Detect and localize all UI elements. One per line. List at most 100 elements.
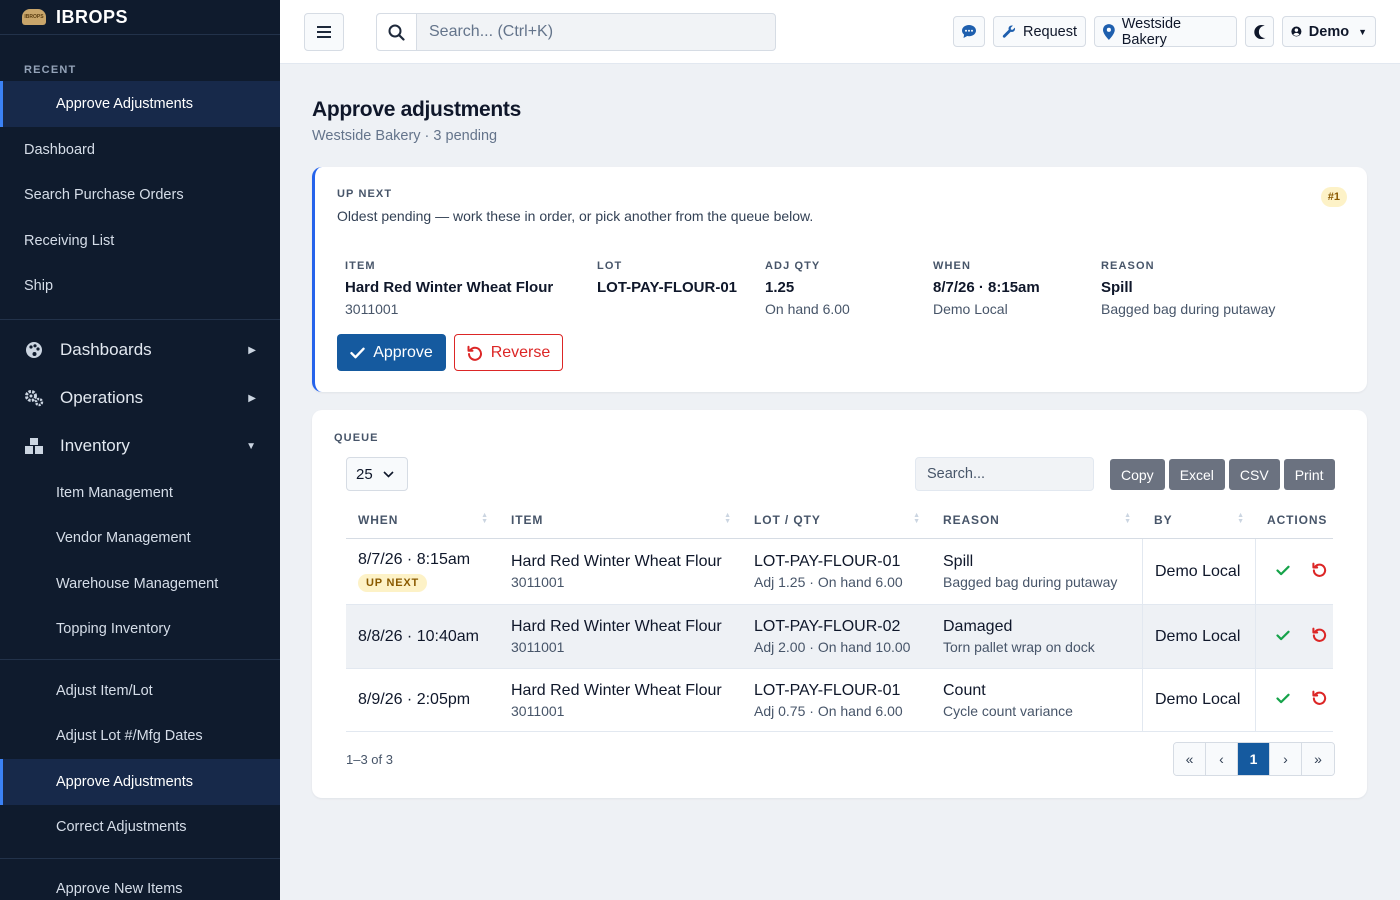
hamburger-menu-button[interactable]	[304, 13, 344, 51]
sidebar-group-inventory[interactable]: Inventory ▼	[0, 422, 280, 470]
qty-detail: Adj 0.75 · On hand 6.00	[754, 702, 903, 719]
up-next-description: Oldest pending — work these in order, or…	[337, 208, 814, 224]
table-row[interactable]: 8/8/26 · 10:40am Hard Red Winter Wheat F…	[346, 605, 1333, 669]
table-row[interactable]: 8/9/26 · 2:05pm Hard Red Winter Wheat Fl…	[346, 669, 1333, 732]
table-row[interactable]: 8/7/26 · 8:15am UP NEXT Hard Red Winter …	[346, 539, 1333, 605]
reverse-row-icon[interactable]	[1311, 627, 1327, 647]
reverse-button[interactable]: Reverse	[454, 334, 563, 371]
caret-right-icon: ▶	[248, 344, 256, 356]
pager-last[interactable]: »	[1302, 743, 1334, 775]
sidebar-item-adjust-lot-mfg-dates[interactable]: Adjust Lot #/Mfg Dates	[0, 714, 280, 760]
pager-first[interactable]: «	[1174, 743, 1206, 775]
theme-toggle-button[interactable]	[1245, 16, 1274, 47]
up-next-field-adj-qty: ADJ QTY 1.25 On hand 6.00	[765, 260, 850, 317]
cell-item: Hard Red Winter Wheat Flour 3011001	[499, 605, 742, 668]
approve-row-icon[interactable]	[1275, 691, 1290, 709]
user-menu-button[interactable]: Demo ▼	[1282, 16, 1376, 47]
by-text: Demo Local	[1155, 627, 1241, 645]
field-value: Hard Red Winter Wheat Flour	[345, 279, 554, 296]
brand-logo-text: IBROPS	[24, 14, 44, 20]
by-text: Demo Local	[1155, 562, 1241, 580]
up-next-card: UP NEXT Oldest pending — work these in o…	[312, 167, 1367, 392]
excel-button[interactable]: Excel	[1168, 459, 1225, 490]
csv-button[interactable]: CSV	[1228, 459, 1280, 490]
approve-label: Approve	[373, 343, 433, 361]
cell-actions	[1255, 539, 1333, 604]
column-header-by[interactable]: BY ▲ ▼	[1142, 501, 1255, 538]
sidebar-item-label: Approve New Items	[56, 880, 183, 897]
print-button[interactable]: Print	[1283, 459, 1335, 490]
sidebar-item-correct-adjustments[interactable]: Correct Adjustments	[0, 805, 280, 851]
sidebar-item-adjust-item-lot[interactable]: Adjust Item/Lot	[0, 668, 280, 714]
queue-label: QUEUE	[334, 432, 379, 444]
sidebar-item-label: Correct Adjustments	[56, 819, 187, 836]
sidebar-item-topping-inventory[interactable]: Topping Inventory	[0, 607, 280, 653]
field-sub: 3011001	[345, 301, 399, 317]
column-label: REASON	[943, 512, 1000, 527]
cell-item: Hard Red Winter Wheat Flour 3011001	[499, 669, 742, 731]
sidebar-item-item-management[interactable]: Item Management	[0, 470, 280, 516]
column-header-lot-qty[interactable]: LOT / QTY ▲ ▼	[742, 501, 931, 538]
request-label: Request	[1022, 23, 1077, 40]
chat-button[interactable]	[953, 16, 985, 47]
sidebar-recent-approve-adjustments[interactable]: Approve Adjustments	[0, 81, 280, 127]
up-next-field-item: ITEM Hard Red Winter Wheat Flour 3011001	[345, 260, 553, 317]
export-buttons: Copy Excel CSV Print	[1110, 459, 1335, 490]
reason-text: Damaged	[943, 618, 1013, 635]
reverse-row-icon[interactable]	[1311, 562, 1327, 582]
when-text: 8/9/26 · 2:05pm	[358, 691, 471, 708]
queue-position-badge: #1	[1320, 187, 1347, 207]
table-header: WHEN ▲ ▼ ITEM ▲ ▼ LOT / QTY ▲ ▼ REASON ▲ ▼ BY ▲ ▼ …	[346, 501, 1333, 539]
sidebar-item-label: Approve Adjustments	[56, 96, 194, 112]
location-button[interactable]: Westside Bakery	[1094, 16, 1237, 48]
sidebar-item-ship[interactable]: Ship	[0, 264, 280, 310]
sidebar-item-label: Search Purchase Orders	[24, 187, 184, 204]
item-code: 3011001	[511, 574, 565, 590]
caret-down-icon: ▼	[246, 440, 256, 452]
sidebar-item-approve-adjustments[interactable]: Approve Adjustments	[0, 759, 280, 805]
request-button[interactable]: Request	[993, 16, 1086, 47]
topbar: Request Westside Bakery Demo ▼	[280, 0, 1400, 64]
sidebar-item-vendor-management[interactable]: Vendor Management	[0, 516, 280, 562]
sort-icon: ▲ ▼	[913, 512, 921, 525]
field-sub: Demo Local	[933, 301, 1008, 317]
column-header-item[interactable]: ITEM ▲ ▼	[499, 501, 742, 538]
reverse-row-icon[interactable]	[1311, 690, 1327, 710]
copy-button[interactable]: Copy	[1110, 459, 1165, 490]
field-label: REASON	[1101, 260, 1155, 272]
lot-number: LOT-PAY-FLOUR-02	[754, 618, 901, 635]
queue-search-input[interactable]	[915, 457, 1094, 491]
approve-row-icon[interactable]	[1275, 628, 1290, 646]
field-label: ITEM	[345, 260, 376, 272]
sidebar-group-dashboards[interactable]: Dashboards ▶	[0, 326, 280, 374]
pager-prev[interactable]: ‹	[1206, 743, 1238, 775]
sidebar-item-approve-new-items[interactable]: Approve New Items	[0, 866, 280, 900]
page-length-select[interactable]: 25	[346, 457, 408, 491]
approve-button[interactable]: Approve	[337, 334, 446, 371]
sidebar-item-search-purchase-orders[interactable]: Search Purchase Orders	[0, 173, 280, 219]
map-pin-icon	[1103, 23, 1115, 40]
boxes-icon	[24, 436, 44, 456]
queue-table: WHEN ▲ ▼ ITEM ▲ ▼ LOT / QTY ▲ ▼ REASON ▲ ▼ BY ▲ ▼ …	[346, 501, 1333, 732]
column-header-reason[interactable]: REASON ▲ ▼	[931, 501, 1142, 538]
pager-next[interactable]: ›	[1270, 743, 1302, 775]
sidebar-item-dashboard[interactable]: Dashboard	[0, 127, 280, 173]
sidebar-group-label: Operations	[60, 388, 144, 407]
cell-by: Demo Local	[1142, 669, 1255, 731]
column-header-when[interactable]: WHEN ▲ ▼	[346, 501, 499, 538]
search-icon[interactable]	[377, 14, 417, 50]
pager-page-1[interactable]: 1	[1238, 743, 1270, 775]
sidebar-group-operations[interactable]: Operations ▶	[0, 374, 280, 422]
approve-row-icon[interactable]	[1275, 563, 1290, 581]
item-code: 3011001	[511, 702, 565, 719]
up-next-field-reason: REASON Spill Bagged bag during putaway	[1101, 260, 1275, 317]
sidebar-item-label: Adjust Item/Lot	[56, 682, 153, 699]
column-label: ACTIONS	[1267, 512, 1328, 527]
global-search-input[interactable]	[417, 14, 775, 50]
brand[interactable]: IBROPS IBROPS	[0, 0, 280, 34]
sidebar-item-receiving-list[interactable]: Receiving List	[0, 218, 280, 264]
field-label: WHEN	[933, 260, 972, 272]
when-text: 8/7/26 · 8:15am	[358, 551, 471, 568]
check-icon	[350, 347, 365, 358]
sidebar-item-warehouse-management[interactable]: Warehouse Management	[0, 561, 280, 607]
